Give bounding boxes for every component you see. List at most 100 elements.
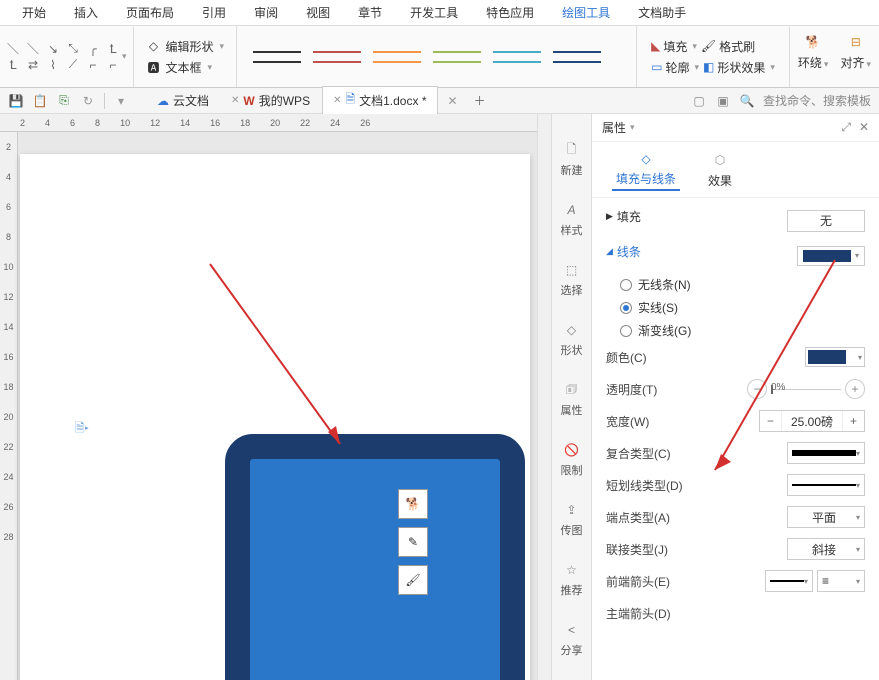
opacity-minus[interactable]: − bbox=[747, 379, 767, 399]
join-combo[interactable]: 斜接▾ bbox=[787, 538, 865, 560]
dash-combo[interactable]: ▾ bbox=[787, 474, 865, 496]
tab-fill-line[interactable]: ◇ 填充与线条 bbox=[612, 148, 680, 191]
radio-solid[interactable]: 实线(S) bbox=[606, 299, 865, 316]
wrap-button[interactable]: 🐕 环绕▾ bbox=[794, 30, 833, 73]
new-file-icon: 🗋 bbox=[562, 140, 582, 160]
menu-item[interactable]: 开始 bbox=[8, 0, 60, 26]
tab-close-active-icon[interactable]: ✕ bbox=[440, 94, 466, 108]
new-tab-button[interactable]: ＋ bbox=[468, 92, 492, 109]
brush-icon: 🖌 bbox=[701, 39, 716, 53]
line-style-gallery[interactable] bbox=[237, 26, 637, 87]
edit-shape-button[interactable]: ◇ 编辑形状 ▾ bbox=[146, 38, 225, 55]
side-shape[interactable]: ◇形状 bbox=[559, 314, 585, 364]
cap-combo[interactable]: 平面▾ bbox=[787, 506, 865, 528]
side-new[interactable]: 🗋新建 bbox=[559, 134, 585, 184]
line-preview-swatch[interactable]: ▾ bbox=[797, 246, 865, 266]
quick-access-bar: 💾 📋 ⎘ ↻ ▾ ☁ 云文档 ✕ W 我的WPS ✕ 🗎 文档1.docx *… bbox=[0, 88, 879, 114]
panel-close-icon[interactable]: ✕ bbox=[859, 120, 869, 135]
floating-toolbar: 🐕 ✎ 🖌 bbox=[398, 489, 428, 595]
menu-item[interactable]: 引用 bbox=[188, 0, 240, 26]
line-style-sample[interactable] bbox=[313, 61, 361, 63]
tab-close-icon[interactable]: ✕ bbox=[231, 95, 239, 106]
line-style-sample[interactable] bbox=[253, 61, 301, 63]
command-search[interactable]: 查找命令、搜索模板 bbox=[763, 92, 871, 109]
float-tool-edit[interactable]: ✎ bbox=[398, 527, 428, 557]
fill-button[interactable]: ◣填充▾ bbox=[651, 38, 697, 55]
redo-icon[interactable]: ↻ bbox=[80, 93, 96, 109]
outline-button[interactable]: ▭轮廓▾ bbox=[651, 59, 699, 76]
side-select[interactable]: ⬚选择 bbox=[559, 254, 585, 304]
tab-mywps[interactable]: ✕ W 我的WPS bbox=[221, 89, 320, 112]
tab-effect[interactable]: ⬡ 效果 bbox=[704, 148, 736, 191]
opacity-plus[interactable]: + bbox=[845, 379, 865, 399]
side-limit[interactable]: 🚫限制 bbox=[559, 434, 585, 484]
canvas-area[interactable]: 2468101214161820222426 24681012141618202… bbox=[0, 114, 537, 680]
side-rec[interactable]: ☆推荐 bbox=[559, 554, 585, 604]
side-share[interactable]: <分享 bbox=[559, 614, 585, 664]
menu-item[interactable]: 绘图工具 bbox=[548, 0, 624, 26]
line-style-sample[interactable] bbox=[493, 51, 541, 53]
search-icon[interactable]: 🔍 bbox=[739, 93, 755, 109]
text-box-button[interactable]: 🅰 文本框 ▾ bbox=[146, 59, 225, 76]
menu-item[interactable]: 页面布局 bbox=[112, 0, 188, 26]
fill-outline-group: ◣填充▾ 🖌格式刷 ▭轮廓▾ ◧形状效果▾ bbox=[637, 26, 790, 87]
side-img[interactable]: ⇪传图 bbox=[559, 494, 585, 544]
edit-shape-label: 编辑形状 bbox=[166, 38, 214, 55]
copy-icon[interactable]: 📋 bbox=[32, 93, 48, 109]
float-tool-wrap[interactable]: 🐕 bbox=[398, 489, 428, 519]
width-value[interactable]: 25.00磅 bbox=[782, 413, 842, 430]
width-spinner[interactable]: − 25.00磅 + bbox=[759, 410, 865, 432]
float-tool-style[interactable]: 🖌 bbox=[398, 565, 428, 595]
anchor-icon: 🗎▸ bbox=[75, 419, 89, 440]
compound-combo[interactable]: ▾ bbox=[787, 442, 865, 464]
fill-section-header[interactable]: ▶ 填充 bbox=[606, 208, 641, 225]
fill-none-button[interactable]: 无 bbox=[787, 210, 865, 232]
radio-gradient[interactable]: 渐变线(G) bbox=[606, 322, 865, 339]
arrow-begin-size[interactable]: ≡▾ bbox=[817, 570, 865, 592]
menu-item[interactable]: 章节 bbox=[344, 0, 396, 26]
width-increment[interactable]: + bbox=[842, 411, 864, 431]
nav-fwd-icon[interactable]: ▣ bbox=[715, 93, 731, 109]
properties-title: 属性 bbox=[602, 119, 626, 136]
tab-document[interactable]: ✕ 🗎 文档1.docx * bbox=[322, 86, 437, 115]
line-style-sample[interactable] bbox=[373, 51, 421, 53]
menu-item[interactable]: 审阅 bbox=[240, 0, 292, 26]
radio-no-line[interactable]: 无线条(N) bbox=[606, 276, 865, 293]
line-style-sample[interactable] bbox=[433, 51, 481, 53]
width-decrement[interactable]: − bbox=[760, 411, 782, 431]
line-style-sample[interactable] bbox=[313, 51, 361, 53]
line-style-sample[interactable] bbox=[253, 51, 301, 53]
shape-effect-button[interactable]: ◧形状效果▾ bbox=[703, 59, 775, 76]
save-icon[interactable]: 💾 bbox=[8, 93, 24, 109]
vertical-scrollbar[interactable] bbox=[537, 114, 551, 680]
format-brush-button[interactable]: 🖌格式刷 bbox=[701, 38, 755, 55]
opacity-slider[interactable]: 0% bbox=[771, 389, 841, 390]
menu-item[interactable]: 视图 bbox=[292, 0, 344, 26]
side-prop[interactable]: 🗊属性 bbox=[559, 374, 585, 424]
menu-item[interactable]: 插入 bbox=[60, 0, 112, 26]
shape-monitor[interactable] bbox=[225, 434, 525, 680]
tab-cloud[interactable]: ☁ 云文档 bbox=[147, 89, 219, 112]
menu-item[interactable]: 开发工具 bbox=[396, 0, 472, 26]
menu-item[interactable]: 特色应用 bbox=[472, 0, 548, 26]
ruler-vertical: 246810121416182022242628 bbox=[0, 132, 18, 680]
more-icon[interactable]: ▾ bbox=[113, 93, 129, 109]
arrow-begin-style[interactable]: ▾ bbox=[765, 570, 813, 592]
line-section-header[interactable]: ◢ 线条 bbox=[606, 243, 641, 260]
menu-item[interactable]: 文档助手 bbox=[624, 0, 700, 26]
nav-back-icon[interactable]: ▢ bbox=[691, 93, 707, 109]
misc-icon[interactable]: ⎘ bbox=[56, 93, 72, 109]
upload-icon: ⇪ bbox=[562, 500, 582, 520]
align-button[interactable]: ⊟ 对齐▾ bbox=[836, 30, 875, 73]
panel-collapse-icon[interactable]: ⤢ bbox=[841, 120, 851, 135]
line-style-sample[interactable] bbox=[553, 61, 601, 63]
line-style-sample[interactable] bbox=[373, 61, 421, 63]
line-color-picker[interactable]: ▾ bbox=[805, 347, 865, 367]
line-style-sample[interactable] bbox=[493, 61, 541, 63]
tab-close-icon[interactable]: ✕ bbox=[333, 95, 341, 106]
line-style-sample[interactable] bbox=[553, 51, 601, 53]
line-style-sample[interactable] bbox=[433, 61, 481, 63]
properties-header: 属性 ▾ ⤢ ✕ bbox=[592, 114, 879, 142]
side-style[interactable]: A样式 bbox=[559, 194, 585, 244]
shape-gallery-expand[interactable]: ▾ bbox=[122, 51, 127, 62]
